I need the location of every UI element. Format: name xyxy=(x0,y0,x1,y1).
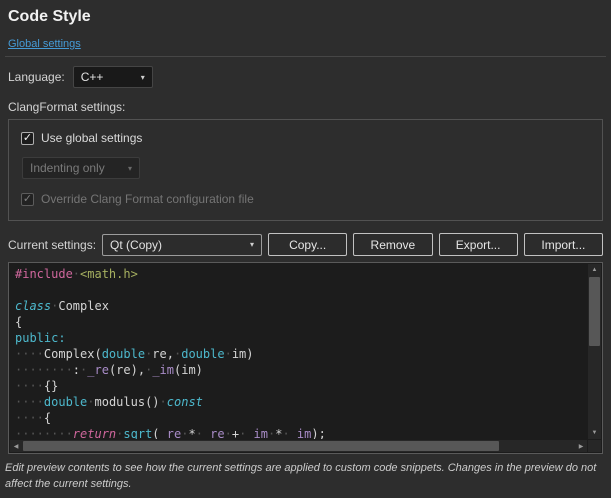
code-token: sqrt xyxy=(123,427,152,439)
code-token: double xyxy=(102,347,145,361)
code-token: _im xyxy=(290,427,312,439)
scroll-down-icon[interactable]: ▼ xyxy=(588,427,601,439)
code-token: : xyxy=(73,363,80,377)
code-token: modulus() xyxy=(95,395,160,409)
code-preview-editor[interactable]: #include·<math.h> class·Complex{public:·… xyxy=(8,262,603,454)
checkbox-checked-icon[interactable]: ✓ xyxy=(21,132,34,145)
chevron-down-icon: ▾ xyxy=(250,240,254,249)
scroll-right-icon[interactable]: ▶ xyxy=(575,440,587,452)
code-line: class·Complex xyxy=(15,298,585,314)
use-global-settings-checkbox[interactable]: ✓ Use global settings xyxy=(21,131,590,145)
code-token: Complex xyxy=(58,299,109,313)
language-dropdown[interactable]: C++ ▾ xyxy=(73,66,153,88)
footer-note: Edit preview contents to see how the cur… xyxy=(5,461,603,493)
code-token: · xyxy=(282,427,289,439)
code-line: #include·<math.h> xyxy=(15,266,585,282)
use-global-settings-label: Use global settings xyxy=(41,131,142,145)
chevron-down-icon: ▾ xyxy=(128,164,132,173)
current-settings-row: Current settings: Qt (Copy) ▾ Copy... Re… xyxy=(8,233,603,256)
vertical-scrollbar-thumb[interactable] xyxy=(589,277,600,346)
code-token: · xyxy=(225,347,232,361)
code-token: ···· xyxy=(15,347,44,361)
code-token: · xyxy=(73,267,80,281)
import-button[interactable]: Import... xyxy=(524,233,603,256)
code-token: Complex( xyxy=(44,347,102,361)
current-settings-dropdown[interactable]: Qt (Copy) ▾ xyxy=(102,234,262,256)
horizontal-scrollbar[interactable]: ◀ ▶ xyxy=(10,440,587,452)
scrollbar-corner xyxy=(588,440,601,452)
code-token: #include xyxy=(15,267,73,281)
code-token: double xyxy=(44,395,87,409)
code-token: (im) xyxy=(174,363,203,377)
code-token: · xyxy=(87,395,94,409)
current-settings-label: Current settings: xyxy=(8,238,96,252)
horizontal-scrollbar-track[interactable] xyxy=(22,440,575,452)
code-line xyxy=(15,282,585,298)
code-token: _im xyxy=(152,363,174,377)
scroll-up-icon[interactable]: ▲ xyxy=(588,264,601,276)
code-token: * xyxy=(188,427,195,439)
indenting-mode-value: Indenting only xyxy=(30,161,105,175)
code-token: public: xyxy=(15,331,66,345)
code-lines[interactable]: #include·<math.h> class·Complex{public:·… xyxy=(15,266,585,439)
language-label: Language: xyxy=(8,70,65,84)
code-token: _im xyxy=(246,427,268,439)
code-token: ···· xyxy=(15,411,44,425)
code-token: · xyxy=(225,427,232,439)
code-token: { xyxy=(44,411,51,425)
code-token: (re), xyxy=(109,363,145,377)
language-dropdown-value: C++ xyxy=(81,70,104,84)
override-clang-format-label: Override Clang Format configuration file xyxy=(41,192,254,206)
copy-button[interactable]: Copy... xyxy=(268,233,347,256)
code-line: ····double·modulus()·const xyxy=(15,394,585,410)
horizontal-scrollbar-thumb[interactable] xyxy=(23,441,499,451)
export-button[interactable]: Export... xyxy=(439,233,518,256)
code-line: ········:·_re(re),·_im(im) xyxy=(15,362,585,378)
code-token: _re xyxy=(203,427,225,439)
code-token: const xyxy=(167,395,203,409)
code-line: ····{} xyxy=(15,378,585,394)
code-token: _re xyxy=(160,427,182,439)
vertical-scrollbar[interactable]: ▲ ▼ xyxy=(588,264,601,439)
code-line: ········return·sqrt(_re·*·_re·+·_im·*·_i… xyxy=(15,426,585,439)
vertical-scrollbar-track[interactable] xyxy=(588,276,601,427)
code-token: · xyxy=(196,427,203,439)
code-token: class xyxy=(15,299,51,313)
code-token: <math.h> xyxy=(80,267,138,281)
code-token: im) xyxy=(232,347,254,361)
global-settings-link[interactable]: Global settings xyxy=(8,38,81,50)
code-token: return xyxy=(73,427,116,439)
chevron-down-icon: ▾ xyxy=(141,73,145,82)
page-title: Code Style xyxy=(8,8,603,26)
code-token: · xyxy=(160,395,167,409)
override-clang-format-checkbox[interactable]: ✓ Override Clang Format configuration fi… xyxy=(21,192,590,206)
language-row: Language: C++ ▾ xyxy=(8,66,603,88)
code-token: _re xyxy=(87,363,109,377)
code-token: ); xyxy=(311,427,325,439)
code-style-page: Code Style Global settings Language: C++… xyxy=(0,0,611,493)
code-token: ········ xyxy=(15,427,73,439)
code-token: re, xyxy=(152,347,174,361)
code-token: ( xyxy=(152,427,159,439)
remove-button[interactable]: Remove xyxy=(353,233,432,256)
code-token: {} xyxy=(44,379,58,393)
indenting-mode-dropdown[interactable]: Indenting only ▾ xyxy=(22,157,140,179)
separator xyxy=(5,56,606,57)
code-line: { xyxy=(15,314,585,330)
code-token: ···· xyxy=(15,379,44,393)
scroll-left-icon[interactable]: ◀ xyxy=(10,440,22,452)
current-settings-value: Qt (Copy) xyxy=(110,238,162,252)
clangformat-group: ✓ Use global settings Indenting only ▾ ✓… xyxy=(8,119,603,221)
code-token: double xyxy=(181,347,224,361)
checkbox-checked-icon[interactable]: ✓ xyxy=(21,193,34,206)
code-token: ········ xyxy=(15,363,73,377)
clangformat-group-label: ClangFormat settings: xyxy=(8,100,603,114)
code-token: { xyxy=(15,315,22,329)
code-line: ····Complex(double·re,·double·im) xyxy=(15,346,585,362)
code-line: public: xyxy=(15,330,585,346)
code-token: + xyxy=(232,427,239,439)
code-line: ····{ xyxy=(15,410,585,426)
code-token: ···· xyxy=(15,395,44,409)
